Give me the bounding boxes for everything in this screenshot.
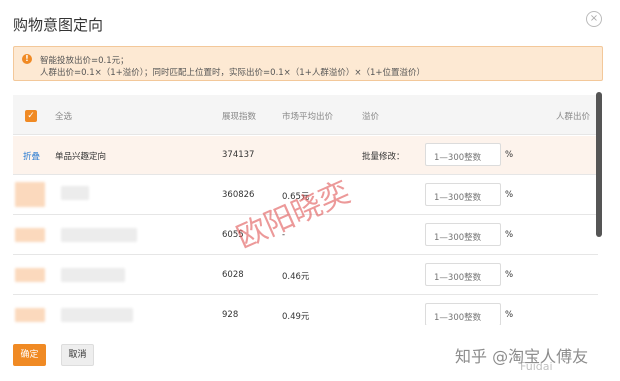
close-icon[interactable]: × [586,11,602,27]
premium-input[interactable] [425,263,501,286]
fold-link[interactable]: 折叠 [23,150,40,162]
impression-index: 360826 [222,190,255,200]
notice-text-formula: 人群出价=0.1×（1+溢价）；同时匹配上位置时，实际出价=0.1×（1+人群溢… [40,68,425,78]
header-impression-index: 展现指数 [222,112,257,122]
market-avg-bid: 0.49元 [282,312,310,322]
header-premium: 溢价 [362,112,380,122]
table-row: 6055 - % [13,216,598,255]
brand-watermark-sub: Fuidai [520,360,553,373]
header-crowd-price: 人群出价 [556,112,591,122]
ok-button[interactable]: 确定 [13,344,46,366]
notice-banner: ! 智能投放出价=0.1元； 人群出价=0.1×（1+溢价）；同时匹配上位置时，… [13,46,603,81]
table-row: 928 0.49元 % [13,296,598,325]
redacted-image [15,308,45,322]
cancel-button[interactable]: 取消 [61,344,94,366]
table-row: 360826 0.65元 % [13,176,598,215]
market-avg-bid: - [282,230,286,240]
batch-premium-input[interactable] [425,143,501,166]
redacted-image [15,268,45,282]
dialog: 购物意图定向 × ! 智能投放出价=0.1元； 人群出价=0.1×（1+溢价）；… [0,0,620,381]
impression-index: 6055 [222,230,244,240]
header-select-all[interactable]: 全选 [55,110,72,122]
impression-index: 6028 [222,270,244,280]
table-scrollbar[interactable] [596,92,602,237]
group-row: 折叠 单品兴趣定向 374137 批量修改： % [13,136,598,175]
market-avg-bid: 0.65元 [282,192,310,202]
impression-index: 374137 [222,150,255,160]
redacted-name [61,228,137,242]
crowd-table: ✓ 全选 展现指数 市场平均出价 溢价 人群出价 折叠 单品兴趣定向 37413… [13,95,598,325]
redacted-image [15,182,45,207]
dialog-title: 购物意图定向 [13,16,104,34]
redacted-image [15,228,45,242]
redacted-name [61,186,89,200]
warning-icon: ! [22,54,32,64]
redacted-name [61,308,133,322]
premium-input[interactable] [425,183,501,206]
batch-edit-label: 批量修改： [362,152,405,162]
percent-unit: % [505,270,514,280]
redacted-name [61,268,125,282]
select-all-checkbox[interactable]: ✓ [25,110,37,122]
percent-unit: % [505,150,514,160]
notice-text-bid: 智能投放出价=0.1元； [40,56,129,66]
group-name: 单品兴趣定向 [55,152,107,162]
percent-unit: % [505,310,514,320]
market-avg-bid: 0.46元 [282,272,310,282]
premium-input[interactable] [425,303,501,325]
percent-unit: % [505,230,514,240]
table-header: ✓ 全选 展现指数 市场平均出价 溢价 人群出价 [13,95,598,135]
impression-index: 928 [222,310,239,320]
table-row: 6028 0.46元 % [13,256,598,295]
premium-input[interactable] [425,223,501,246]
header-market-avg-bid: 市场平均出价 [282,112,334,122]
percent-unit: % [505,190,514,200]
